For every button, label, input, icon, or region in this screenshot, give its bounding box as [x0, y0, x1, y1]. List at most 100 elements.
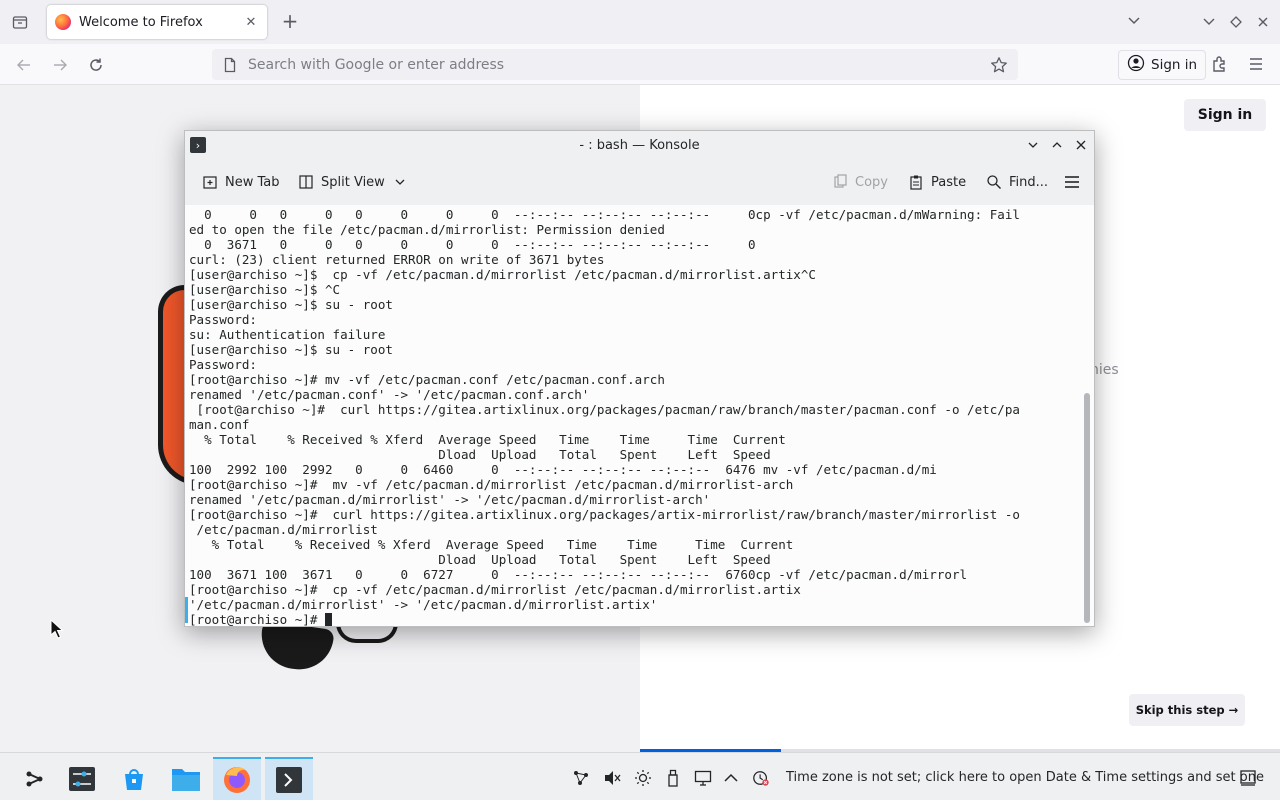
terminal-line: [root@archiso ~]# mv -vf /etc/pacman.con…	[189, 372, 665, 387]
maximize-window-icon[interactable]	[1227, 13, 1245, 31]
terminal-line: [user@archiso ~]$ su - root	[189, 342, 393, 357]
extensions-puzzle-icon[interactable]	[1210, 54, 1230, 78]
terminal-line: Dload Upload Total Spent Left Speed	[189, 447, 771, 462]
timezone-notification-text[interactable]: Time zone is not set; click here to open…	[786, 770, 1264, 785]
terminal-line: '/etc/pacman.d/mirrorlist' -> '/etc/pacm…	[189, 597, 658, 612]
back-arrow-icon[interactable]	[13, 54, 35, 76]
terminal-line: [root@archiso ~]# curl https://gitea.art…	[189, 402, 1020, 417]
terminal-cursor	[324, 613, 332, 626]
app-launcher-icon[interactable]	[10, 757, 58, 800]
new-tab-plus-icon[interactable]: +	[280, 11, 300, 33]
terminal-prompt: [root@archiso ~]#	[189, 612, 325, 626]
skip-step-button[interactable]: Skip this step →	[1129, 694, 1245, 726]
firefox-nav-bar: Sign in	[0, 44, 1280, 85]
terminal-line: % Total % Received % Xferd Average Speed…	[189, 432, 786, 447]
terminal-line: [root@archiso ~]# curl https://gitea.art…	[189, 507, 1020, 522]
copy-button[interactable]: Copy	[831, 170, 888, 194]
terminal-prompt-line: [root@archiso ~]#	[189, 612, 1076, 626]
new-tab-icon	[201, 173, 219, 191]
split-view-chevron-down-icon[interactable]	[391, 173, 409, 191]
new-tab-label: New Tab	[225, 174, 280, 190]
signin-label: Sign in	[1151, 57, 1198, 73]
terminal-line: man.conf	[189, 417, 250, 432]
konsole-menu-icon[interactable]	[1063, 170, 1081, 194]
terminal-line: 100 3671 100 3671 0 0 6727 0 --:--:-- --…	[189, 567, 968, 582]
forward-arrow-icon[interactable]	[49, 54, 71, 76]
plasma-taskbar: Time zone is not set; click here to open…	[0, 752, 1280, 800]
konsole-maximize-icon[interactable]	[1049, 137, 1065, 153]
page-signin-button[interactable]: Sign in	[1184, 99, 1266, 131]
konsole-toolbar: New Tab Split View Copy Paste Find...	[185, 159, 1094, 205]
mouse-pointer-icon	[50, 619, 64, 639]
terminal-line: Password:	[189, 357, 257, 372]
terminal-lines: 0 0 0 0 0 0 0 0 --:--:-- --:--:-- --:--:…	[189, 207, 1076, 626]
firefox-taskbar-icon[interactable]	[213, 757, 261, 800]
new-tab-button[interactable]: New Tab	[201, 170, 280, 194]
firefox-view-icon[interactable]	[6, 10, 34, 34]
konsole-close-icon[interactable]	[1073, 137, 1089, 153]
terminal-command-marker	[185, 597, 188, 623]
reload-icon[interactable]	[85, 54, 107, 76]
address-bar[interactable]	[212, 49, 1018, 80]
account-icon	[1127, 54, 1145, 76]
konsole-app-icon[interactable]: ›	[190, 137, 206, 153]
terminal-line: 0 0 0 0 0 0 0 0 --:--:-- --:--:-- --:--:…	[189, 207, 1020, 222]
bookmark-star-icon[interactable]	[990, 56, 1008, 74]
terminal-line: [user@archiso ~]$ ^C	[189, 282, 341, 297]
close-window-icon[interactable]	[1254, 13, 1272, 31]
terminal-line: % Total % Received % Xferd Average Speed…	[189, 537, 794, 552]
terminal-line: /etc/pacman.d/mirrorlist	[189, 522, 378, 537]
system-settings-icon[interactable]	[58, 757, 106, 800]
copy-icon	[831, 173, 849, 191]
kit-foot-illustration	[257, 620, 335, 674]
paste-icon	[907, 173, 925, 191]
display-config-icon[interactable]	[694, 769, 712, 787]
konsole-minimize-icon[interactable]	[1025, 137, 1041, 153]
konsole-titlebar[interactable]: › - : bash — Konsole	[185, 131, 1094, 159]
firefox-tab-bar: Welcome to Firefox ✕ +	[0, 0, 1280, 44]
list-all-tabs-chevron-icon[interactable]	[1126, 13, 1142, 33]
terminal-scrollbar[interactable]	[1084, 393, 1090, 623]
terminal-line: [user@archiso ~]$ cp -vf /etc/pacman.d/m…	[189, 267, 816, 282]
terminal-line: renamed '/etc/pacman.conf' -> '/etc/pacm…	[189, 387, 590, 402]
terminal-line: 100 2992 100 2992 0 0 6460 0 --:--:-- --…	[189, 462, 937, 477]
url-input[interactable]	[248, 56, 990, 73]
terminal-line: curl: (23) client returned ERROR on writ…	[189, 252, 605, 267]
timezone-alert-clock-icon[interactable]	[752, 769, 770, 787]
terminal-line: Dload Upload Total Spent Left Speed	[189, 552, 771, 567]
terminal-line: su: Authentication failure	[189, 327, 386, 342]
minimize-window-icon[interactable]	[1200, 13, 1218, 31]
discover-icon[interactable]	[110, 757, 158, 800]
tab-title: Welcome to Firefox	[79, 14, 203, 30]
terminal-line: ed to open the file /etc/pacman.d/mirror…	[189, 222, 665, 237]
show-desktop-icon[interactable]	[1239, 769, 1257, 787]
brightness-icon[interactable]	[634, 769, 652, 787]
find-label: Find...	[1009, 174, 1049, 190]
terminal-line: [root@archiso ~]# mv -vf /etc/pacman.d/m…	[189, 477, 794, 492]
find-button[interactable]: Find...	[985, 170, 1048, 194]
split-view-icon	[297, 173, 315, 191]
terminal-line: 0 3671 0 0 0 0 0 0 --:--:-- --:--:-- --:…	[189, 237, 756, 252]
konsole-taskbar-icon[interactable]	[265, 757, 313, 800]
account-signin-button[interactable]: Sign in	[1118, 50, 1207, 80]
split-view-button[interactable]: Split View	[297, 170, 409, 194]
page-icon	[222, 57, 238, 73]
split-view-label: Split View	[321, 174, 385, 190]
terminal-line: [user@archiso ~]$ su - root	[189, 297, 393, 312]
volume-muted-icon[interactable]	[603, 769, 621, 787]
firefox-favicon-icon	[55, 14, 71, 30]
copy-label: Copy	[855, 174, 888, 190]
network-icon[interactable]	[572, 769, 590, 787]
close-tab-icon[interactable]: ✕	[243, 15, 259, 30]
removable-device-icon[interactable]	[664, 769, 682, 787]
file-manager-icon[interactable]	[162, 757, 210, 800]
browser-tab[interactable]: Welcome to Firefox ✕	[47, 5, 267, 39]
hamburger-menu-icon[interactable]	[1246, 54, 1266, 78]
konsole-window[interactable]: › - : bash — Konsole New Tab Split View	[184, 130, 1095, 627]
terminal-output[interactable]: 0 0 0 0 0 0 0 0 --:--:-- --:--:-- --:--:…	[185, 205, 1094, 626]
paste-button[interactable]: Paste	[907, 170, 966, 194]
show-hidden-icons-chevron-up-icon[interactable]	[722, 769, 740, 787]
paste-label: Paste	[931, 174, 967, 190]
terminal-line: Password:	[189, 312, 257, 327]
konsole-window-title: - : bash — Konsole	[579, 137, 700, 153]
